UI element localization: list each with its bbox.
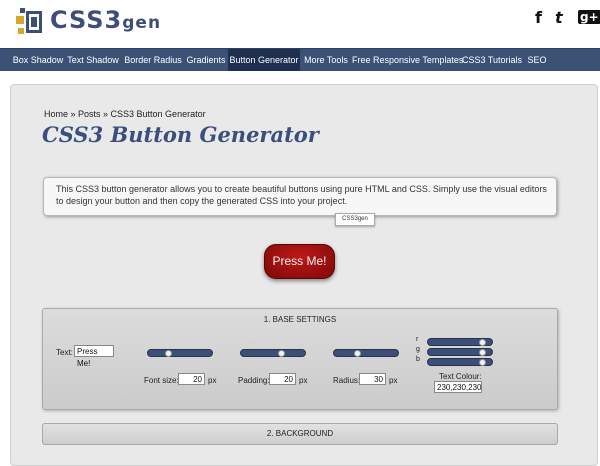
nav-item-seo[interactable]: SEO — [524, 49, 550, 71]
green-channel-slider-handle[interactable] — [479, 349, 486, 356]
facebook-icon[interactable]: f — [535, 8, 542, 27]
green-channel-label: g — [416, 346, 420, 353]
preview-button[interactable]: Press Me! — [264, 244, 335, 279]
main-nav: Box Shadow Text Shadow Border Radius Gra… — [0, 48, 600, 71]
padding-slider-handle[interactable] — [278, 350, 285, 357]
blue-channel-slider[interactable] — [427, 358, 493, 366]
breadcrumb[interactable]: Home » Posts » CSS3 Button Generator — [44, 109, 206, 119]
site-header: CSS3gen f t g+ — [0, 0, 600, 48]
font-size-input[interactable]: 20 — [178, 373, 205, 385]
blue-channel-label: b — [416, 356, 420, 363]
text-colour-input[interactable]: 230,230,230 — [434, 381, 482, 393]
blue-channel-slider-handle[interactable] — [479, 359, 486, 366]
background-section-header[interactable]: 2. BACKGROUND — [42, 423, 558, 445]
google-plus-icon[interactable]: g+ — [578, 10, 600, 24]
background-section-title: 2. BACKGROUND — [266, 429, 334, 438]
base-settings-title: 1. BASE SETTINGS — [263, 315, 337, 324]
tooltip: CSS3gen — [335, 213, 375, 226]
green-channel-slider[interactable] — [427, 348, 493, 356]
nav-item-more-tools[interactable]: More Tools — [301, 49, 351, 71]
text-colour-label: Text Colour: — [439, 372, 482, 381]
red-channel-slider[interactable] — [427, 338, 493, 346]
radius-label: Radius: — [333, 376, 361, 385]
nav-item-button-generator[interactable]: Button Generator — [228, 49, 300, 71]
nav-item-box-shadow[interactable]: Box Shadow — [8, 49, 68, 71]
radius-input[interactable]: 30 — [359, 373, 386, 385]
intro-box: This CSS3 button generator allows you to… — [43, 177, 557, 216]
base-settings-panel: 1. BASE SETTINGS Text: Press Me! Font si… — [42, 308, 558, 410]
twitter-icon[interactable]: t — [555, 8, 563, 27]
padding-slider[interactable] — [240, 349, 306, 357]
padding-input[interactable]: 20 — [269, 373, 296, 385]
radius-slider-handle[interactable] — [354, 350, 361, 357]
padding-label: Padding: — [238, 376, 270, 385]
font-size-slider-handle[interactable] — [165, 350, 172, 357]
logo-icon[interactable] — [16, 8, 46, 38]
nav-item-border-radius[interactable]: Border Radius — [122, 49, 184, 71]
red-channel-slider-handle[interactable] — [479, 339, 486, 346]
red-channel-label: r — [416, 336, 419, 343]
font-size-label: Font size: — [144, 376, 179, 385]
text-label: Text: — [56, 348, 73, 357]
intro-text: This CSS3 button generator allows you to… — [56, 184, 547, 206]
font-size-slider[interactable] — [147, 349, 213, 357]
nav-item-text-shadow[interactable]: Text Shadow — [66, 49, 120, 71]
button-text-input[interactable]: Press Me! — [74, 345, 114, 368]
logo-text[interactable]: CSS3gen — [50, 6, 161, 34]
font-size-unit: px — [208, 376, 217, 385]
nav-item-free-responsive-templates[interactable]: Free Responsive Templates — [352, 49, 463, 71]
radius-unit: px — [389, 376, 398, 385]
nav-item-css3-tutorials[interactable]: CSS3 Tutorials — [461, 49, 523, 71]
padding-unit: px — [299, 376, 308, 385]
page-title: CSS3 Button Generator — [42, 122, 319, 147]
nav-item-gradients[interactable]: Gradients — [185, 49, 227, 71]
radius-slider[interactable] — [333, 349, 399, 357]
